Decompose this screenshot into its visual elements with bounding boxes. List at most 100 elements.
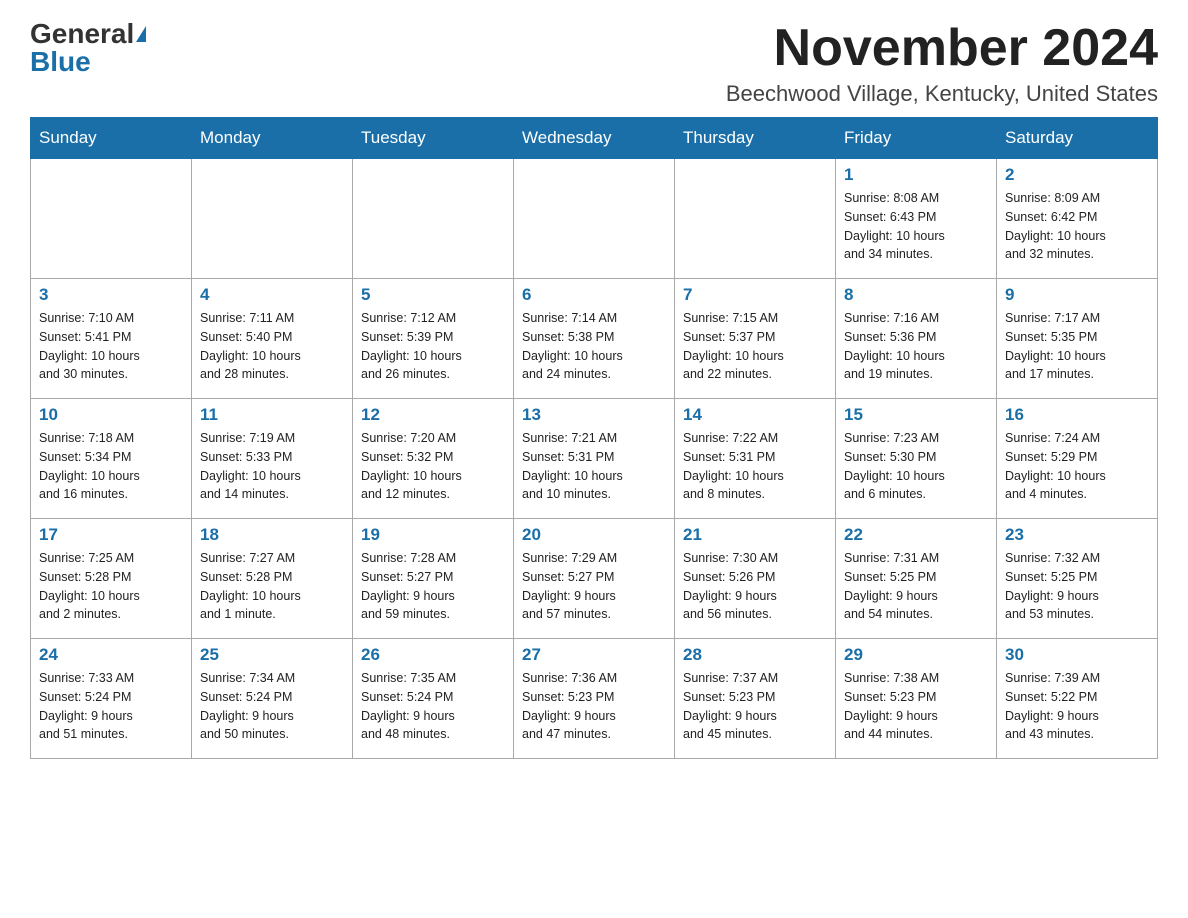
calendar-cell: 17Sunrise: 7:25 AM Sunset: 5:28 PM Dayli…: [31, 519, 192, 639]
day-number: 11: [200, 405, 344, 425]
day-number: 23: [1005, 525, 1149, 545]
calendar-cell: 23Sunrise: 7:32 AM Sunset: 5:25 PM Dayli…: [997, 519, 1158, 639]
logo-general-text: General: [30, 20, 134, 48]
day-info: Sunrise: 8:09 AM Sunset: 6:42 PM Dayligh…: [1005, 189, 1149, 264]
day-number: 21: [683, 525, 827, 545]
col-header-tuesday: Tuesday: [353, 118, 514, 159]
day-info: Sunrise: 7:36 AM Sunset: 5:23 PM Dayligh…: [522, 669, 666, 744]
day-info: Sunrise: 7:14 AM Sunset: 5:38 PM Dayligh…: [522, 309, 666, 384]
day-number: 5: [361, 285, 505, 305]
calendar-cell: [192, 159, 353, 279]
calendar-table: SundayMondayTuesdayWednesdayThursdayFrid…: [30, 117, 1158, 759]
day-number: 16: [1005, 405, 1149, 425]
day-info: Sunrise: 7:10 AM Sunset: 5:41 PM Dayligh…: [39, 309, 183, 384]
calendar-cell: 22Sunrise: 7:31 AM Sunset: 5:25 PM Dayli…: [836, 519, 997, 639]
location-title: Beechwood Village, Kentucky, United Stat…: [726, 81, 1158, 107]
calendar-cell: 29 Sunrise: 7:38 AM Sunset: 5:23 PM Dayli…: [836, 639, 997, 759]
col-header-wednesday: Wednesday: [514, 118, 675, 159]
day-info: Sunrise: 7:37 AM Sunset: 5:23 PM Dayligh…: [683, 669, 827, 744]
day-info: Sunrise: 7:18 AM Sunset: 5:34 PM Dayligh…: [39, 429, 183, 504]
day-number: 26: [361, 645, 505, 665]
day-number: 25: [200, 645, 344, 665]
day-info: Sunrise: 7:34 AM Sunset: 5:24 PM Dayligh…: [200, 669, 344, 744]
week-row-3: 17Sunrise: 7:25 AM Sunset: 5:28 PM Dayli…: [31, 519, 1158, 639]
day-info: Sunrise: 7:38 AM Sunset: 5:23 PM Dayligh…: [844, 669, 988, 744]
calendar-cell: 13 Sunrise: 7:21 AM Sunset: 5:31 PM Dayli…: [514, 399, 675, 519]
calendar-cell: 7 Sunrise: 7:15 AM Sunset: 5:37 PM Daylig…: [675, 279, 836, 399]
day-number: 27: [522, 645, 666, 665]
calendar-cell: 8 Sunrise: 7:16 AM Sunset: 5:36 PM Daylig…: [836, 279, 997, 399]
calendar-cell: 15 Sunrise: 7:23 AM Sunset: 5:30 PM Dayli…: [836, 399, 997, 519]
day-number: 2: [1005, 165, 1149, 185]
week-row-2: 10 Sunrise: 7:18 AM Sunset: 5:34 PM Dayli…: [31, 399, 1158, 519]
logo: General Blue: [30, 20, 146, 76]
day-info: Sunrise: 7:22 AM Sunset: 5:31 PM Dayligh…: [683, 429, 827, 504]
day-info: Sunrise: 7:21 AM Sunset: 5:31 PM Dayligh…: [522, 429, 666, 504]
day-number: 8: [844, 285, 988, 305]
day-number: 4: [200, 285, 344, 305]
calendar-cell: [353, 159, 514, 279]
day-info: Sunrise: 7:25 AM Sunset: 5:28 PM Dayligh…: [39, 549, 183, 624]
day-info: Sunrise: 7:31 AM Sunset: 5:25 PM Dayligh…: [844, 549, 988, 624]
calendar-header: SundayMondayTuesdayWednesdayThursdayFrid…: [31, 118, 1158, 159]
day-info: Sunrise: 7:12 AM Sunset: 5:39 PM Dayligh…: [361, 309, 505, 384]
calendar-cell: 30 Sunrise: 7:39 AM Sunset: 5:22 PM Dayli…: [997, 639, 1158, 759]
day-info: Sunrise: 7:11 AM Sunset: 5:40 PM Dayligh…: [200, 309, 344, 384]
col-header-saturday: Saturday: [997, 118, 1158, 159]
calendar-cell: 4 Sunrise: 7:11 AM Sunset: 5:40 PM Daylig…: [192, 279, 353, 399]
day-number: 19: [361, 525, 505, 545]
day-number: 28: [683, 645, 827, 665]
calendar-cell: 2 Sunrise: 8:09 AM Sunset: 6:42 PM Daylig…: [997, 159, 1158, 279]
day-info: Sunrise: 7:17 AM Sunset: 5:35 PM Dayligh…: [1005, 309, 1149, 384]
calendar-cell: 9 Sunrise: 7:17 AM Sunset: 5:35 PM Daylig…: [997, 279, 1158, 399]
page-header: General Blue November 2024 Beechwood Vil…: [30, 20, 1158, 107]
day-number: 9: [1005, 285, 1149, 305]
day-info: Sunrise: 7:29 AM Sunset: 5:27 PM Dayligh…: [522, 549, 666, 624]
day-info: Sunrise: 7:28 AM Sunset: 5:27 PM Dayligh…: [361, 549, 505, 624]
day-info: Sunrise: 7:39 AM Sunset: 5:22 PM Dayligh…: [1005, 669, 1149, 744]
day-number: 29: [844, 645, 988, 665]
day-info: Sunrise: 7:20 AM Sunset: 5:32 PM Dayligh…: [361, 429, 505, 504]
col-header-monday: Monday: [192, 118, 353, 159]
calendar-cell: 14Sunrise: 7:22 AM Sunset: 5:31 PM Dayli…: [675, 399, 836, 519]
day-info: Sunrise: 8:08 AM Sunset: 6:43 PM Dayligh…: [844, 189, 988, 264]
calendar-cell: 25 Sunrise: 7:34 AM Sunset: 5:24 PM Dayli…: [192, 639, 353, 759]
day-number: 18: [200, 525, 344, 545]
day-info: Sunrise: 7:24 AM Sunset: 5:29 PM Dayligh…: [1005, 429, 1149, 504]
title-block: November 2024 Beechwood Village, Kentuck…: [726, 20, 1158, 107]
day-info: Sunrise: 7:27 AM Sunset: 5:28 PM Dayligh…: [200, 549, 344, 624]
day-number: 1: [844, 165, 988, 185]
day-number: 13: [522, 405, 666, 425]
week-row-4: 24 Sunrise: 7:33 AM Sunset: 5:24 PM Dayli…: [31, 639, 1158, 759]
day-info: Sunrise: 7:23 AM Sunset: 5:30 PM Dayligh…: [844, 429, 988, 504]
calendar-cell: 27 Sunrise: 7:36 AM Sunset: 5:23 PM Dayli…: [514, 639, 675, 759]
calendar-cell: 6 Sunrise: 7:14 AM Sunset: 5:38 PM Daylig…: [514, 279, 675, 399]
month-title: November 2024: [726, 20, 1158, 77]
calendar-cell: 26 Sunrise: 7:35 AM Sunset: 5:24 PM Dayli…: [353, 639, 514, 759]
day-number: 3: [39, 285, 183, 305]
col-header-friday: Friday: [836, 118, 997, 159]
day-number: 6: [522, 285, 666, 305]
calendar-cell: 24 Sunrise: 7:33 AM Sunset: 5:24 PM Dayli…: [31, 639, 192, 759]
header-row: SundayMondayTuesdayWednesdayThursdayFrid…: [31, 118, 1158, 159]
calendar-cell: 10 Sunrise: 7:18 AM Sunset: 5:34 PM Dayli…: [31, 399, 192, 519]
calendar-cell: 12Sunrise: 7:20 AM Sunset: 5:32 PM Dayli…: [353, 399, 514, 519]
day-info: Sunrise: 7:15 AM Sunset: 5:37 PM Dayligh…: [683, 309, 827, 384]
calendar-cell: [31, 159, 192, 279]
calendar-cell: [514, 159, 675, 279]
col-header-sunday: Sunday: [31, 118, 192, 159]
day-number: 7: [683, 285, 827, 305]
calendar-cell: 21 Sunrise: 7:30 AM Sunset: 5:26 PM Dayli…: [675, 519, 836, 639]
col-header-thursday: Thursday: [675, 118, 836, 159]
day-info: Sunrise: 7:35 AM Sunset: 5:24 PM Dayligh…: [361, 669, 505, 744]
day-number: 15: [844, 405, 988, 425]
calendar-cell: 1 Sunrise: 8:08 AM Sunset: 6:43 PM Daylig…: [836, 159, 997, 279]
day-number: 30: [1005, 645, 1149, 665]
calendar-body: 1 Sunrise: 8:08 AM Sunset: 6:43 PM Daylig…: [31, 159, 1158, 759]
day-info: Sunrise: 7:33 AM Sunset: 5:24 PM Dayligh…: [39, 669, 183, 744]
day-number: 24: [39, 645, 183, 665]
day-info: Sunrise: 7:30 AM Sunset: 5:26 PM Dayligh…: [683, 549, 827, 624]
day-number: 10: [39, 405, 183, 425]
logo-triangle-icon: [136, 26, 146, 42]
day-info: Sunrise: 7:16 AM Sunset: 5:36 PM Dayligh…: [844, 309, 988, 384]
